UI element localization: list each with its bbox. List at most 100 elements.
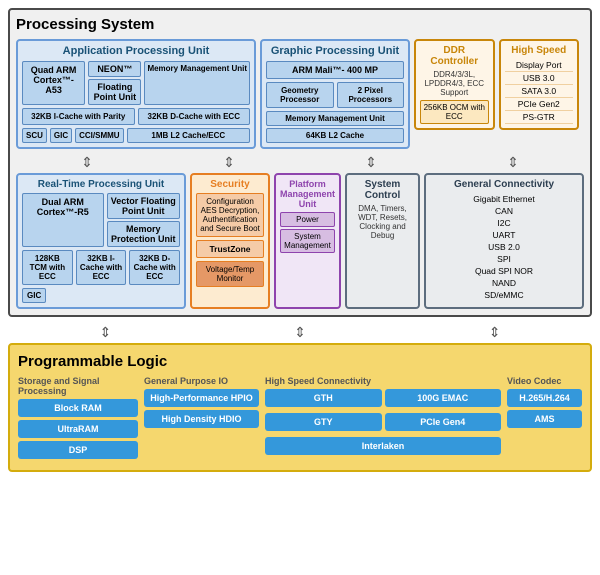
rpu-vfp-mp: Vector Floating Point Unit Memory Protec…: [107, 193, 181, 247]
gc-uart: UART: [430, 229, 578, 241]
gc-qspi: Quad SPI NOR: [430, 265, 578, 277]
security-aes: Configuration AES Decryption, Authentifi…: [196, 193, 264, 237]
main-container: Processing System Application Processing…: [0, 0, 600, 480]
apu-box: Application Processing Unit Quad ARM Cor…: [16, 39, 256, 149]
gpu-mmu: Memory Management Unit: [266, 111, 404, 126]
rpu-icache: 32KB I-Cache with ECC: [76, 250, 127, 285]
pl-storage-title: Storage and Signal Processing: [18, 376, 138, 396]
ddr-ocm: 256KB OCM with ECC: [420, 100, 489, 124]
gc-usb2: USB 2.0: [430, 241, 578, 253]
hs-dp: Display Port: [505, 59, 574, 72]
security-title: Security: [196, 179, 264, 190]
rpu-tcm: 128KB TCM with ECC: [22, 250, 73, 285]
apu-dcache: 32KB D-Cache with ECC: [138, 108, 251, 125]
apu-l2: 1MB L2 Cache/ECC: [127, 128, 250, 143]
arrows-row: ⇕ ⇕ ⇕ ⇕: [16, 153, 584, 171]
ddr-content: DDR4/3/3L, LPDDR4/3, ECC Support: [420, 70, 489, 97]
security-box: Security Configuration AES Decryption, A…: [190, 173, 270, 309]
sc-box: System Control DMA, Timers, WDT, Resets,…: [345, 173, 420, 309]
gc-i2c: I2C: [430, 217, 578, 229]
pl-hdio: High Density HDIO: [144, 410, 259, 428]
apu-fpu: Floating Point Unit: [88, 79, 141, 105]
ps-title: Processing System: [16, 16, 584, 33]
rpu-cache-row: 128KB TCM with ECC 32KB I-Cache with ECC…: [22, 250, 180, 285]
ps-top-row: Application Processing Unit Quad ARM Cor…: [16, 39, 584, 149]
pl-arrow-2: ⇕: [294, 325, 306, 339]
pl-pciegen4: PCIe Gen4: [385, 413, 502, 431]
pl-video: Video Codec H.265/H.264 AMS: [507, 376, 582, 462]
gpu-mali: ARM Mali™- 400 MP: [266, 61, 404, 79]
ddr-box: DDR Controller DDR4/3/3L, LPDDR4/3, ECC …: [414, 39, 495, 130]
pmu-power: Power: [280, 212, 335, 227]
arrow-4: ⇕: [507, 155, 519, 169]
pl-arrow-1: ⇕: [99, 325, 111, 339]
pl-100gemac: 100G EMAC: [385, 389, 502, 407]
apu-neon-fpu: NEON™ Floating Point Unit: [88, 61, 141, 105]
pl-ams: AMS: [507, 410, 582, 428]
apu-scu: SCU: [22, 128, 47, 143]
gpu-pixel: 2 Pixel Processors: [337, 82, 405, 108]
gpu-title: Graphic Processing Unit: [266, 45, 404, 57]
pl-video-title: Video Codec: [507, 376, 582, 386]
sc-title: System Control: [351, 179, 414, 201]
gc-title: General Connectivity: [430, 179, 578, 190]
gc-spi: SPI: [430, 253, 578, 265]
apu-row3: SCU GIC CCI/SMMU 1MB L2 Cache/ECC: [22, 128, 250, 143]
pl-ultraram: UltraRAM: [18, 420, 138, 438]
pl-hs-title: High Speed Connectivity: [265, 376, 501, 386]
gpu-row: Geometry Processor 2 Pixel Processors: [266, 82, 404, 108]
hs-box: High Speed Display Port USB 3.0 SATA 3.0…: [499, 39, 580, 130]
gc-can: CAN: [430, 205, 578, 217]
rpu-box: Real-Time Processing Unit Dual ARM Corte…: [16, 173, 186, 309]
apu-title: Application Processing Unit: [22, 45, 250, 57]
pl-dsp: DSP: [18, 441, 138, 459]
pl-interlaken: Interlaken: [265, 437, 501, 455]
pmu-box: Platform Management Unit Power System Ma…: [274, 173, 341, 309]
hs-title: High Speed: [505, 45, 574, 56]
hs-psgtr: PS-GTR: [505, 111, 574, 124]
arrow-1: ⇕: [81, 155, 93, 169]
pl-hs-conn: High Speed Connectivity GTH 100G EMAC GT…: [265, 376, 501, 462]
pl-hpio: High-Performance HPIO: [144, 389, 259, 407]
apu-mmu: Memory Management Unit: [144, 61, 250, 105]
gc-sd: SD/eMMC: [430, 289, 578, 301]
hs-pcie: PCIe Gen2: [505, 98, 574, 111]
hs-sata: SATA 3.0: [505, 85, 574, 98]
ddr-hs-pair: DDR Controller DDR4/3/3L, LPDDR4/3, ECC …: [414, 39, 579, 130]
apu-gic: GIC: [50, 128, 72, 143]
ps-bottom-row: Real-Time Processing Unit Dual ARM Corte…: [16, 173, 584, 309]
pl-gpio-title: General Purpose IO: [144, 376, 259, 386]
ps-pl-arrows: ⇕ ⇕ ⇕: [8, 323, 592, 341]
pl-blockram: Block RAM: [18, 399, 138, 417]
rpu-cortex: Dual ARM Cortex™-R5: [22, 193, 104, 247]
pl-arrow-3: ⇕: [489, 325, 501, 339]
gc-nand: NAND: [430, 277, 578, 289]
arrow-3: ⇕: [365, 155, 377, 169]
gpu-box: Graphic Processing Unit ARM Mali™- 400 M…: [260, 39, 410, 149]
apu-ccismmu: CCI/SMMU: [75, 128, 123, 143]
pl-title: Programmable Logic: [18, 353, 582, 370]
apu-neon: NEON™: [88, 61, 141, 77]
apu-icache: 32KB I-Cache with Parity: [22, 108, 135, 125]
apu-row1: Quad ARM Cortex™-A53 NEON™ Floating Poin…: [22, 61, 250, 105]
gpu-l2: 64KB L2 Cache: [266, 128, 404, 143]
hs-usb3: USB 3.0: [505, 72, 574, 85]
rpu-title: Real-Time Processing Unit: [22, 179, 180, 190]
gc-eth: Gigabit Ethernet: [430, 193, 578, 205]
ddr-title: DDR Controller: [420, 45, 489, 67]
right-blocks: DDR Controller DDR4/3/3L, LPDDR4/3, ECC …: [414, 39, 579, 149]
pl-gty: GTY: [265, 413, 382, 431]
pl-h265: H.265/H.264: [507, 389, 582, 407]
sc-content: DMA, Timers, WDT, Resets, Clocking and D…: [351, 204, 414, 240]
gc-box: General Connectivity Gigabit Ethernet CA…: [424, 173, 584, 309]
pmu-sysman: System Management: [280, 229, 335, 253]
pl-storage: Storage and Signal Processing Block RAM …: [18, 376, 138, 462]
pl-section: Programmable Logic Storage and Signal Pr…: [8, 343, 592, 472]
rpu-gic: GIC: [22, 288, 46, 303]
apu-cortex: Quad ARM Cortex™-A53: [22, 61, 85, 105]
security-vt: Voltage/Temp Monitor: [196, 261, 264, 287]
rpu-dcache: 32KB D-Cache with ECC: [129, 250, 180, 285]
pmu-title: Platform Management Unit: [280, 179, 335, 209]
rpu-row1: Dual ARM Cortex™-R5 Vector Floating Poin…: [22, 193, 180, 247]
processing-system: Processing System Application Processing…: [8, 8, 592, 317]
